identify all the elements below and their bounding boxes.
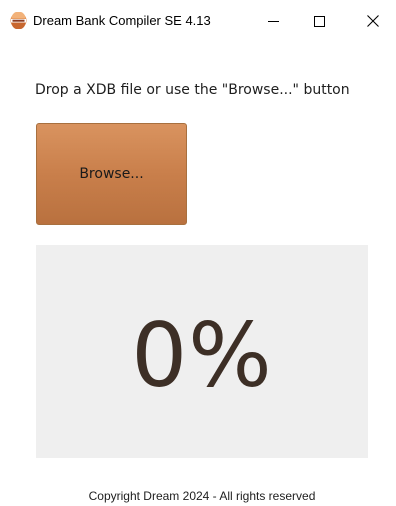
window-title: Dream Bank Compiler SE 4.13: [33, 13, 211, 28]
copyright-text: Copyright Dream 2024 - All rights reserv…: [0, 489, 396, 503]
browse-button-label: Browse...: [79, 166, 144, 182]
maximize-icon: [313, 15, 325, 27]
browse-button[interactable]: Browse...: [36, 123, 187, 225]
drop-instruction-text: Drop a XDB file or use the "Browse..." b…: [35, 82, 350, 98]
copyright-label: Copyright Dream 2024 - All rights reserv…: [88, 489, 316, 503]
maximize-button[interactable]: [296, 0, 342, 42]
close-icon: [367, 15, 379, 27]
app-window: Dream Bank Compiler SE 4.13 Drop a XDB f…: [0, 0, 396, 506]
minimize-icon: [267, 20, 279, 22]
app-logo-icon: [10, 12, 27, 29]
progress-percent-text: 0%: [131, 303, 273, 407]
progress-panel: 0%: [36, 245, 368, 458]
close-button[interactable]: [350, 0, 396, 42]
title-bar[interactable]: Dream Bank Compiler SE 4.13: [0, 0, 396, 42]
minimize-button[interactable]: [250, 0, 296, 42]
